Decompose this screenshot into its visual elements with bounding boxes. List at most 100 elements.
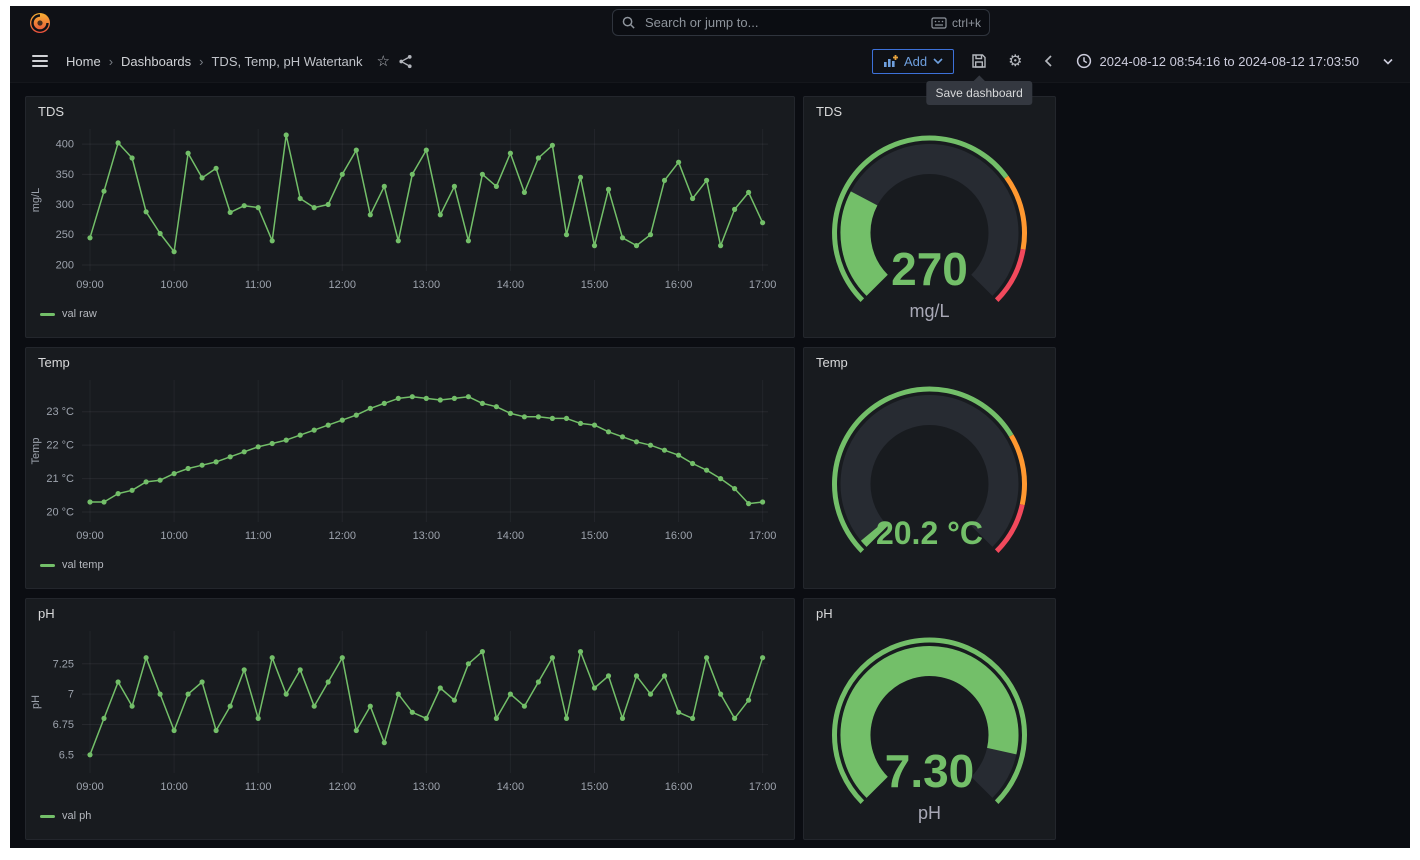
svg-text:mg/L: mg/L [909,301,949,321]
svg-text:09:00: 09:00 [76,781,104,793]
share-icon[interactable] [394,50,417,73]
time-range-chevron-down-icon[interactable] [1378,53,1398,70]
search-bar[interactable]: ctrl+k [612,9,990,36]
svg-text:mg/L: mg/L [30,188,42,212]
svg-text:200: 200 [56,259,74,271]
panel-title[interactable]: Temp [804,348,1055,370]
svg-text:17:00: 17:00 [749,781,777,793]
svg-text:13:00: 13:00 [413,781,441,793]
legend-item[interactable]: val raw [40,308,794,320]
panel-ph-timeseries: pH 6.56.7577.2509:0010:0011:0012:0013:00… [25,598,795,840]
svg-text:10:00: 10:00 [160,530,188,542]
svg-text:17:00: 17:00 [749,279,777,291]
svg-text:23 °C: 23 °C [46,406,74,418]
svg-text:16:00: 16:00 [665,530,693,542]
grafana-app: ctrl+k Home › Dashboards › TDS, Temp, pH… [10,6,1410,848]
clock-icon [1076,53,1092,69]
svg-text:6.75: 6.75 [53,719,74,731]
legend-item[interactable]: val ph [40,810,794,822]
shortcut-label: ctrl+k [952,16,981,30]
svg-text:13:00: 13:00 [413,279,441,291]
add-chart-icon [883,54,898,68]
svg-text:15:00: 15:00 [581,781,609,793]
legend-item[interactable]: val temp [40,559,794,571]
time-range-picker[interactable]: 2024-08-12 08:54:16 to 2024-08-12 17:03:… [1070,52,1366,70]
search-input[interactable] [643,14,931,31]
svg-text:15:00: 15:00 [581,530,609,542]
panel-title[interactable]: TDS [26,97,794,119]
svg-text:400: 400 [56,139,74,151]
svg-text:Temp: Temp [30,438,42,465]
panel-tds-gauge: TDS 270mg/L [803,96,1056,338]
svg-text:250: 250 [56,229,74,241]
svg-text:7.30: 7.30 [885,745,975,797]
legend-label: val raw [62,308,97,320]
panel-temp-timeseries: Temp 20 °C 21 °C 22 °C 23 °C 09:00 10:00 11:00… [25,347,795,589]
add-button-label: Add [904,54,927,69]
svg-text:10:00: 10:00 [160,279,188,291]
toolbar-right-group: Add Save dashboard ⚙ 2024-08-12 08:5 [872,47,1398,75]
keyboard-icon [931,17,947,29]
svg-text:17:00: 17:00 [749,530,777,542]
dashboard-toolbar: Home › Dashboards › TDS, Temp, pH Watert… [10,40,1410,83]
svg-text:270: 270 [891,243,968,295]
svg-text:12:00: 12:00 [328,781,356,793]
tds-line-chart[interactable]: 20025030035040009:0010:0011:0012:0013:00… [26,121,794,308]
panel-ph-gauge: pH 7.30 pH [803,598,1056,840]
save-dashboard-icon[interactable] [967,49,991,73]
svg-text:13:00: 13:00 [413,530,441,542]
svg-text:350: 350 [56,169,74,181]
temp-line-chart[interactable]: 20 °C 21 °C 22 °C 23 °C 09:00 10:00 11:00 12:00… [26,372,794,559]
dashboard-settings-gear-icon[interactable]: ⚙ [1004,47,1026,75]
time-shift-back-chevron-icon[interactable] [1040,50,1057,72]
svg-text:10:00: 10:00 [160,781,188,793]
panel-title[interactable]: Temp [26,348,794,370]
temp-gauge-chart[interactable]: 20.2 °C [804,372,1055,585]
svg-text:12:00: 12:00 [328,530,356,542]
breadcrumb-separator: › [109,54,113,69]
keyboard-shortcut-hint: ctrl+k [931,16,981,30]
svg-text:pH: pH [30,695,42,709]
top-navigation-bar: ctrl+k [10,6,1410,40]
svg-text:12:00: 12:00 [328,279,356,291]
svg-text:09:00: 09:00 [76,530,104,542]
breadcrumb-home-link[interactable]: Home [66,54,101,69]
chevron-down-icon [933,57,943,65]
breadcrumb-dashboards-link[interactable]: Dashboards [121,54,191,69]
breadcrumb: Home › Dashboards › TDS, Temp, pH Watert… [66,54,362,69]
svg-text:11:00: 11:00 [245,530,272,542]
legend-label: val ph [62,810,91,822]
svg-text:300: 300 [56,199,74,211]
breadcrumb-current-page: TDS, Temp, pH Watertank [211,54,362,69]
svg-text:21 °C: 21 °C [46,473,74,485]
legend-series-marker [40,313,55,316]
favorite-star-icon[interactable]: ☆ [372,48,393,74]
dashboard-canvas: TDS 200 250 300 350 400 09:00 10:00 11:00 12:00 1… [10,83,1410,848]
svg-text:14:00: 14:00 [497,781,525,793]
grafana-logo-icon[interactable] [28,11,52,35]
svg-text:20 °C: 20 °C [46,506,74,518]
svg-text:16:00: 16:00 [665,279,693,291]
svg-text:7.25: 7.25 [53,658,74,670]
panel-title[interactable]: pH [26,599,794,621]
svg-text:16:00: 16:00 [665,781,693,793]
svg-text:15:00: 15:00 [581,279,609,291]
svg-text:22 °C: 22 °C [46,440,74,452]
svg-text:6.5: 6.5 [59,749,74,761]
panel-grid: TDS 200 250 300 350 400 09:00 10:00 11:00 12:00 1… [25,96,1056,840]
svg-text:14:00: 14:00 [497,279,525,291]
menu-toggle-button[interactable] [26,50,54,72]
tds-gauge-chart[interactable]: 270 mg/L [804,121,1055,334]
svg-text:09:00: 09:00 [76,279,104,291]
svg-text:pH: pH [918,803,941,823]
ph-line-chart[interactable]: 6.56.7577.2509:0010:0011:0012:0013:0014:… [26,623,794,810]
legend-label: val temp [62,559,104,571]
legend-series-marker [40,564,55,567]
panel-title[interactable]: pH [804,599,1055,621]
svg-text:20.2 °C: 20.2 °C [876,515,983,551]
add-panel-button[interactable]: Add [872,49,954,74]
save-dashboard-group: Save dashboard [967,49,991,73]
save-dashboard-tooltip: Save dashboard [926,81,1031,105]
legend-series-marker [40,815,55,818]
ph-gauge-chart[interactable]: 7.30 pH [804,623,1055,836]
